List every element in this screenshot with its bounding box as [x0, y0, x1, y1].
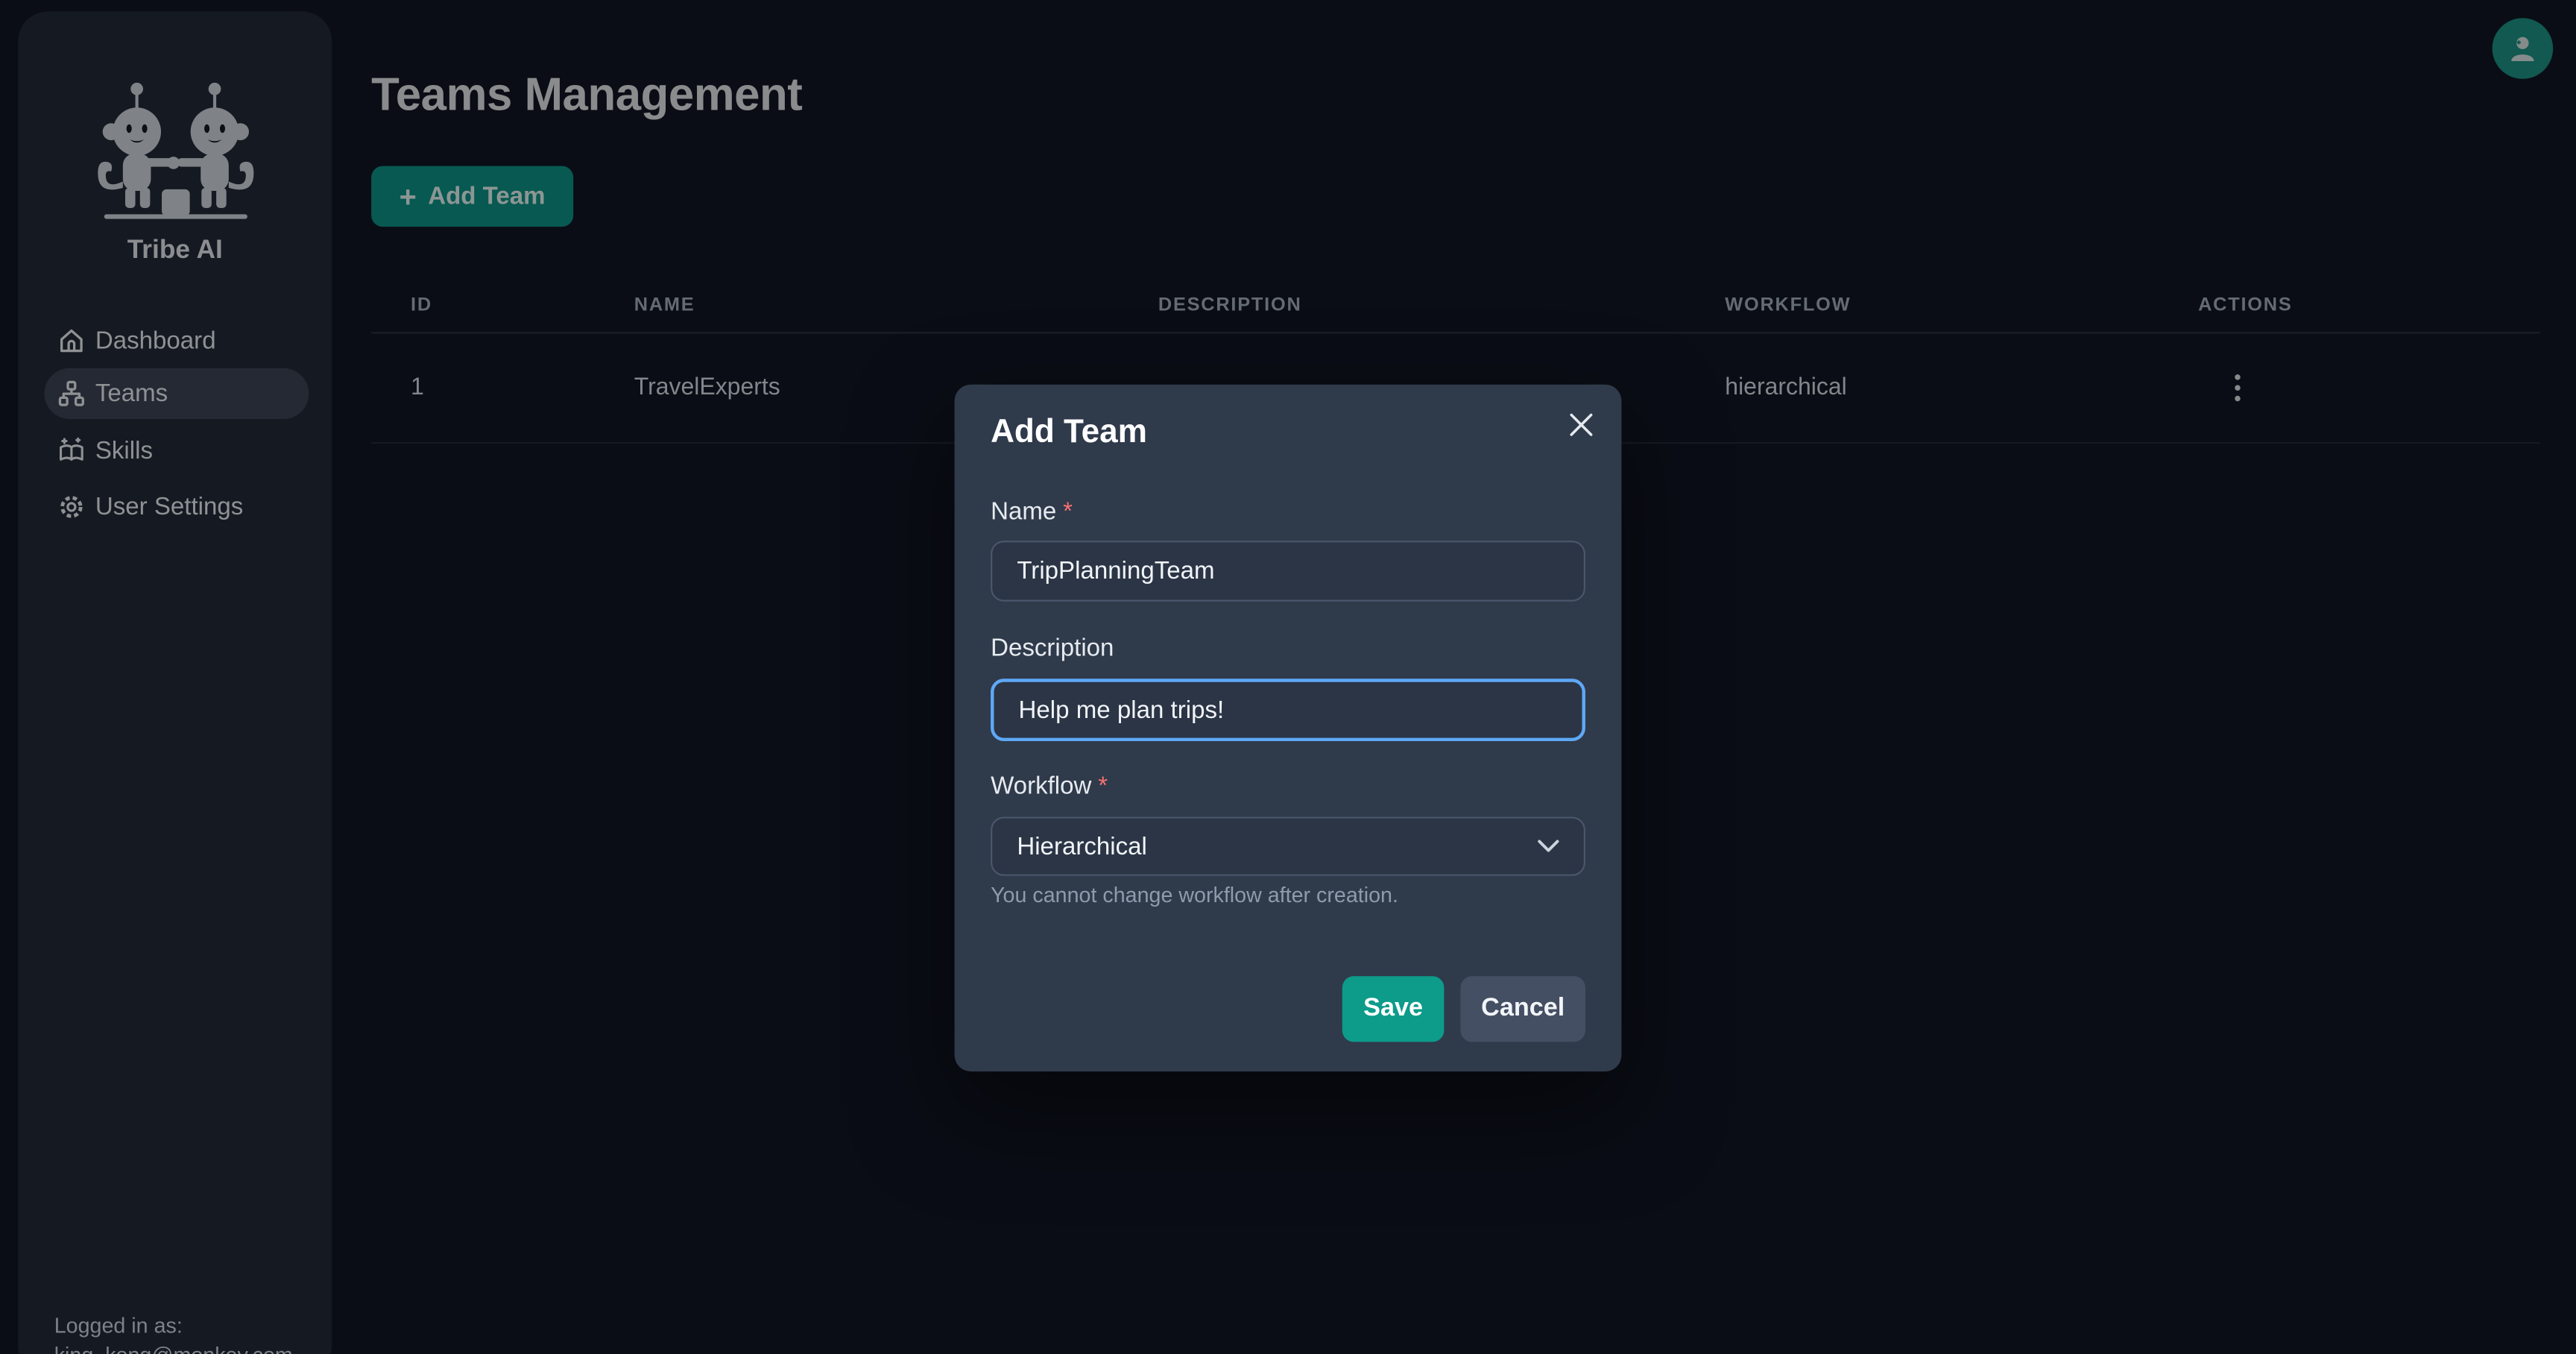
modal-title: Add Team: [991, 414, 1147, 450]
workflow-help-text: You cannot change workflow after creatio…: [991, 882, 1398, 907]
save-button[interactable]: Save: [1342, 976, 1445, 1042]
cancel-button[interactable]: Cancel: [1460, 976, 1585, 1042]
modal-close-button[interactable]: [1564, 408, 1597, 441]
required-marker: *: [1098, 772, 1108, 801]
description-input[interactable]: [991, 678, 1585, 742]
name-input[interactable]: [991, 541, 1585, 602]
workflow-field-label: Workflow *: [991, 772, 1108, 801]
close-icon: [1569, 412, 1592, 435]
description-field-label: Description: [991, 634, 1114, 663]
app-root: Tribe AI Dashboard Teams Skills User Set…: [0, 0, 2576, 1354]
workflow-select[interactable]: Hierarchical: [991, 816, 1585, 876]
chevron-down-icon: [1538, 840, 1559, 852]
required-marker: *: [1063, 497, 1073, 526]
add-team-modal: Add Team Name* Description Workflow* Hie…: [954, 384, 1622, 1072]
name-field-label: Name *: [991, 497, 1073, 526]
workflow-selected-value: Hierarchical: [1017, 832, 1147, 860]
